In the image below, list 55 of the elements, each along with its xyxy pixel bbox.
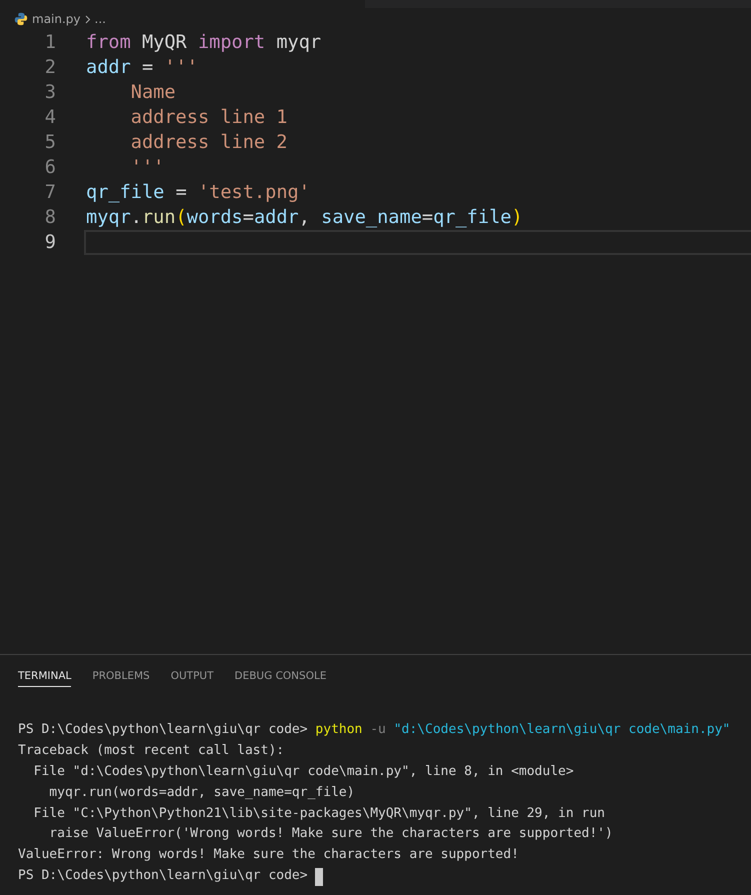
terminal-text: File "d:\Codes\python\learn\giu\qr code\main.py", line 8, in <module> <box>32 762 574 781</box>
terminal-text: PS D:\Codes\python\learn\giu\qr code> <box>18 721 309 739</box>
terminal-text: ValueError: Wrong words! Make sure the characters are supported! <box>18 846 519 864</box>
code-token: words <box>186 207 243 228</box>
code-token: 'test.png' <box>198 182 310 203</box>
code-token: myqr <box>86 207 131 228</box>
code-token: run <box>142 207 176 228</box>
code-token: import <box>198 32 266 53</box>
terminal-text: Traceback (most recent call last): <box>18 742 284 760</box>
code-token: addr <box>86 57 131 78</box>
line-number: 9 <box>44 232 56 253</box>
line-number: 2 <box>44 57 56 78</box>
code-token: ''' <box>164 57 198 78</box>
code-token: = <box>422 207 434 228</box>
line-number: 3 <box>44 82 56 103</box>
code-token: from <box>86 32 131 53</box>
line-number: 1 <box>44 32 56 53</box>
terminal-text: -u <box>369 721 387 739</box>
terminal-text: File "C:\Python\Python21\lib\site-packages\MyQR\myqr.py", line 29, in run <box>32 804 605 823</box>
code-token: address line 1 <box>130 107 288 128</box>
terminal-text: raise ValueError('Wrong words! Make sure the characters are supported!') <box>48 825 613 844</box>
breadcrumb-item[interactable]: ... <box>94 12 106 26</box>
panel-tab[interactable]: DEBUG CONSOLE <box>234 665 326 687</box>
panel-tab[interactable]: PROBLEMS <box>92 665 150 687</box>
line-number: 6 <box>44 157 56 178</box>
code-token: addr <box>254 207 299 228</box>
code-token: save_name <box>321 207 422 228</box>
code-token: myqr <box>275 32 322 53</box>
code-token: = <box>174 182 188 203</box>
code-token: = <box>242 207 254 228</box>
panel-tab[interactable]: TERMINAL <box>18 665 72 687</box>
code-token: qr_file <box>86 182 164 203</box>
line-number: 5 <box>44 132 56 153</box>
terminal-text: PS D:\Codes\python\learn\giu\qr code> <box>18 867 309 886</box>
chevron-right-icon <box>84 14 91 24</box>
breadcrumb-file[interactable]: main.py <box>32 12 81 26</box>
code-token: ( <box>176 207 187 228</box>
terminal-text: python <box>315 721 362 739</box>
code-token: Name <box>130 82 176 103</box>
code-token: ) <box>511 207 523 228</box>
line-number: 7 <box>44 182 56 203</box>
terminal-cursor <box>315 868 324 886</box>
line-number: 8 <box>44 207 56 228</box>
panel-tab[interactable]: OUTPUT <box>170 665 214 687</box>
code-token: , <box>298 207 311 228</box>
code-token: ''' <box>130 157 164 178</box>
code-token: address line 2 <box>130 132 288 153</box>
line-number: 4 <box>44 107 56 128</box>
code-token: MyQR <box>140 32 188 53</box>
terminal-text: "d:\Codes\python\learn\giu\qr code\main.py" <box>394 721 730 739</box>
code-token: = <box>140 57 154 78</box>
code-token: . <box>130 207 142 228</box>
python-logo-icon <box>14 12 28 26</box>
code-token: qr_file <box>433 207 512 228</box>
terminal-text: myqr.run(words=addr, save_name=qr_file) <box>48 784 355 802</box>
